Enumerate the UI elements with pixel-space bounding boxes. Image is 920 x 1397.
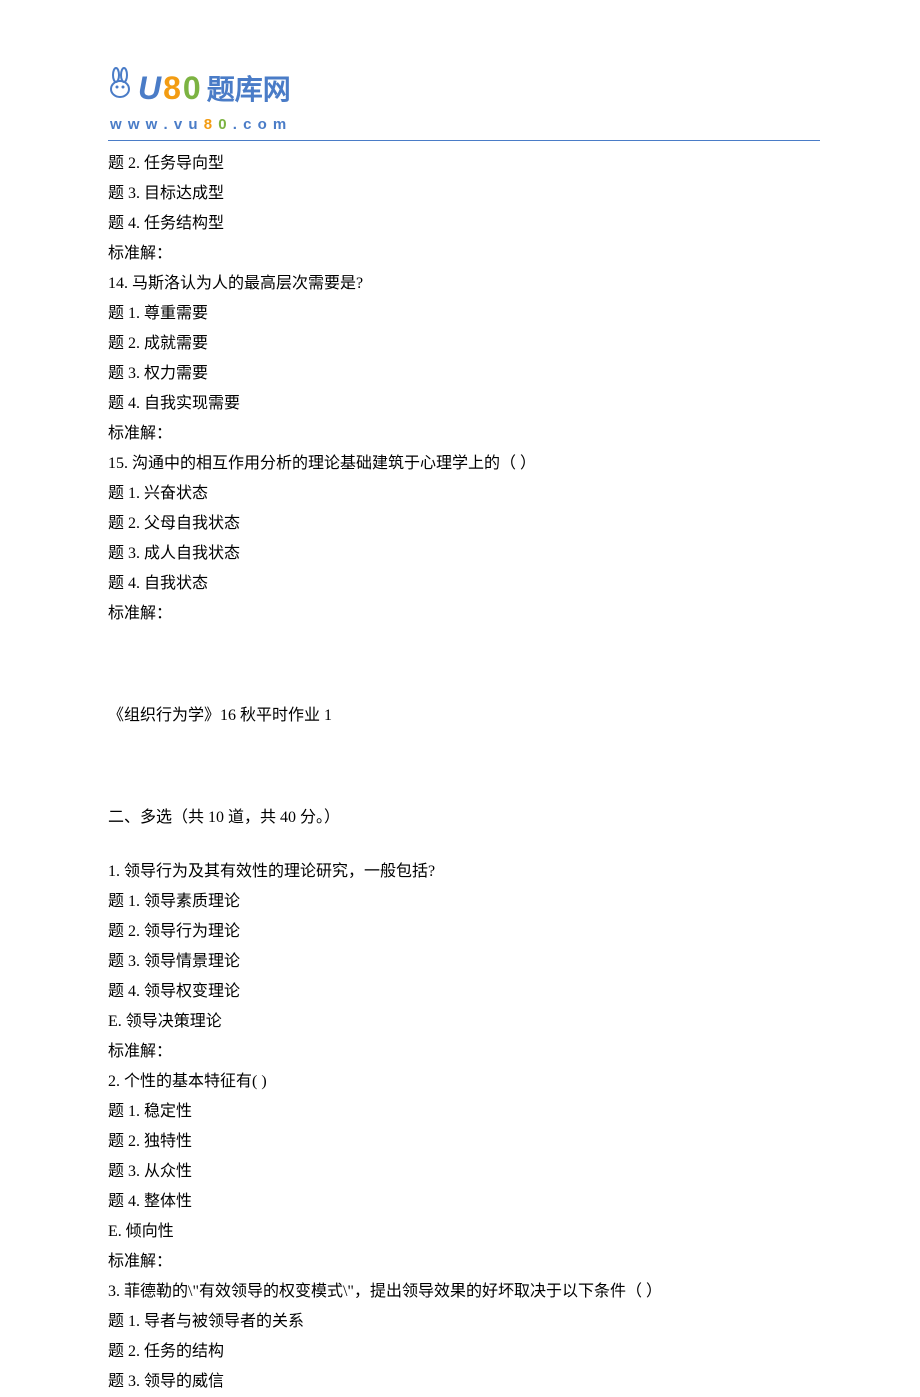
mq1-option-e: E. 领导决策理论 [108, 1007, 820, 1037]
mq1-option-3: 题 3. 领导情景理论 [108, 947, 820, 977]
mq2-option-2: 题 2. 独特性 [108, 1127, 820, 1157]
mq3-option-3: 题 3. 领导的威信 [108, 1367, 820, 1397]
mq1-stem: 1. 领导行为及其有效性的理论研究，一般包括? [108, 857, 820, 887]
mq2-stem: 2. 个性的基本特征有( ) [108, 1067, 820, 1097]
mq3-stem: 3. 菲德勒的\"有效领导的权变模式\"，提出领导效果的好坏取决于以下条件（ ） [108, 1277, 820, 1307]
mq2-answer-label: 标准解： [108, 1247, 820, 1277]
mq2-option-3: 题 3. 从众性 [108, 1157, 820, 1187]
logo-url: w w w . v u 8 0 . c o m [110, 112, 820, 138]
q15-option-4: 题 4. 自我状态 [108, 569, 820, 599]
mq1-option-4: 题 4. 领导权变理论 [108, 977, 820, 1007]
q13-option-4: 题 4. 任务结构型 [108, 209, 820, 239]
q14-option-1: 题 1. 尊重需要 [108, 299, 820, 329]
logo-letter-u: U [138, 60, 161, 116]
q13-option-3: 题 3. 目标达成型 [108, 179, 820, 209]
q15-answer-label: 标准解： [108, 599, 820, 629]
logo-brand-text: 题库网 [207, 65, 291, 114]
spacer [108, 731, 820, 803]
q15-option-2: 题 2. 父母自我状态 [108, 509, 820, 539]
mq3-option-1: 题 1. 导者与被领导者的关系 [108, 1307, 820, 1337]
bunny-icon [108, 67, 136, 99]
mq1-option-1: 题 1. 领导素质理论 [108, 887, 820, 917]
logo-graphic-row: U 8 0 题库网 [108, 60, 820, 116]
q15-option-1: 题 1. 兴奋状态 [108, 479, 820, 509]
mq2-option-1: 题 1. 稳定性 [108, 1097, 820, 1127]
logo-digit-8: 8 [163, 60, 181, 116]
mq1-option-2: 题 2. 领导行为理论 [108, 917, 820, 947]
q14-option-3: 题 3. 权力需要 [108, 359, 820, 389]
mq2-option-e: E. 倾向性 [108, 1217, 820, 1247]
header-divider [108, 140, 820, 141]
mq1-answer-label: 标准解： [108, 1037, 820, 1067]
q14-stem: 14. 马斯洛认为人的最高层次需要是? [108, 269, 820, 299]
site-logo: U 8 0 题库网 w w w . v u 8 0 . c o m [108, 60, 820, 138]
q14-option-4: 题 4. 自我实现需要 [108, 389, 820, 419]
q13-option-2: 题 2. 任务导向型 [108, 149, 820, 179]
q14-answer-label: 标准解： [108, 419, 820, 449]
mq3-option-2: 题 2. 任务的结构 [108, 1337, 820, 1367]
q13-answer-label: 标准解： [108, 239, 820, 269]
q15-option-3: 题 3. 成人自我状态 [108, 539, 820, 569]
document-content: 题 2. 任务导向型 题 3. 目标达成型 题 4. 任务结构型 标准解： 14… [108, 149, 820, 1397]
q15-stem: 15. 沟通中的相互作用分析的理论基础建筑于心理学上的（ ） [108, 449, 820, 479]
part2-header: 二、多选（共 10 道，共 40 分。） [108, 803, 820, 833]
spacer [108, 833, 820, 857]
spacer [108, 629, 820, 701]
q14-option-2: 题 2. 成就需要 [108, 329, 820, 359]
logo-digit-0: 0 [183, 60, 201, 116]
section-title: 《组织行为学》16 秋平时作业 1 [108, 701, 820, 731]
mq2-option-4: 题 4. 整体性 [108, 1187, 820, 1217]
